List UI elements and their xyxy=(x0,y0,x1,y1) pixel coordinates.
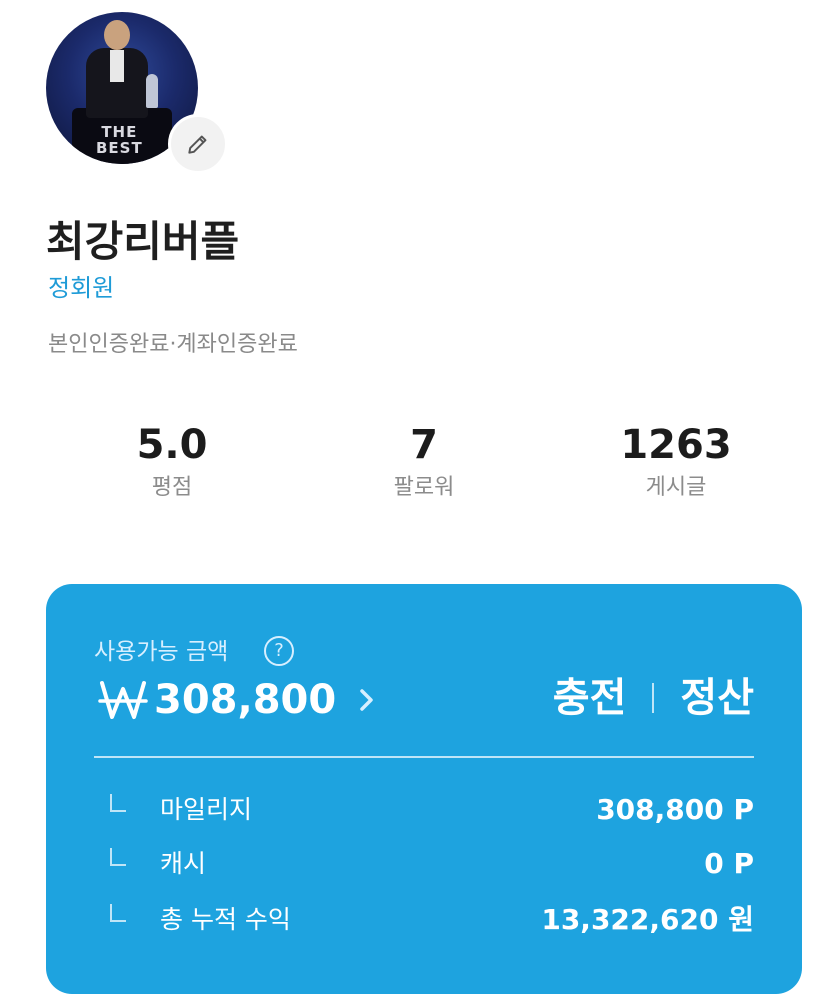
total-earnings-label: 총 누적 수익 xyxy=(160,905,291,934)
branch-icon xyxy=(110,848,126,866)
mileage-value: 308,800 P xyxy=(596,793,754,826)
cash-value: 0 P xyxy=(704,847,754,880)
available-amount-value: 308,800 xyxy=(154,677,337,723)
stat-rating-value: 5.0 xyxy=(136,422,208,468)
pencil-icon xyxy=(188,135,207,154)
stat-rating[interactable]: 5.0 평점 xyxy=(72,420,272,504)
avatar-head xyxy=(104,20,130,50)
total-earnings-value: 13,322,620 원 xyxy=(541,903,754,936)
question-icon[interactable]: ? xyxy=(264,636,294,666)
member-grade: 정회원 xyxy=(48,274,115,302)
chevron-right-icon[interactable] xyxy=(358,687,376,713)
list-item-total-earnings[interactable]: 총 누적 수익 13,322,620 원 xyxy=(46,900,802,940)
stat-followers[interactable]: 7 팔로워 xyxy=(324,420,524,504)
stat-followers-value: 7 xyxy=(410,422,438,468)
avatar-podium-text: THE BEST xyxy=(96,124,143,156)
wallet-card: 사용가능 금액 ? 308,800 충전 정산 마일리지 308,800 P 캐… xyxy=(46,584,802,994)
verification-status: 본인인증완료·계좌인증완료 xyxy=(48,332,298,357)
stat-posts[interactable]: 1263 게시글 xyxy=(576,420,776,504)
stat-posts-label: 게시글 xyxy=(645,475,707,500)
available-amount[interactable]: 308,800 xyxy=(98,672,376,728)
list-item-cash[interactable]: 캐시 0 P xyxy=(46,844,802,884)
branch-icon xyxy=(110,904,126,922)
cash-label: 캐시 xyxy=(160,849,207,878)
mileage-label: 마일리지 xyxy=(160,795,253,824)
stat-posts-value: 1263 xyxy=(620,422,732,468)
avatar-shirt xyxy=(110,50,124,82)
list-item-mileage[interactable]: 마일리지 308,800 P xyxy=(46,790,802,830)
branch-icon xyxy=(110,794,126,812)
available-amount-label: 사용가능 금액 xyxy=(94,639,229,665)
wallet-actions: 충전 정산 xyxy=(553,670,754,726)
charge-button[interactable]: 충전 xyxy=(553,670,627,726)
actions-separator xyxy=(652,683,655,713)
edit-profile-button[interactable] xyxy=(168,114,228,174)
podium-text-line-1: THE xyxy=(101,123,138,141)
stat-followers-label: 팔로워 xyxy=(393,475,455,500)
profile-stats: 5.0 평점 7 팔로워 1263 게시글 xyxy=(0,420,835,510)
card-divider xyxy=(94,756,754,758)
settle-button[interactable]: 정산 xyxy=(680,670,754,726)
stat-rating-label: 평점 xyxy=(151,475,193,500)
nickname: 최강리버플 xyxy=(46,217,240,266)
won-icon xyxy=(98,681,148,719)
podium-text-line-2: BEST xyxy=(96,139,143,157)
trophy-icon xyxy=(146,74,158,108)
